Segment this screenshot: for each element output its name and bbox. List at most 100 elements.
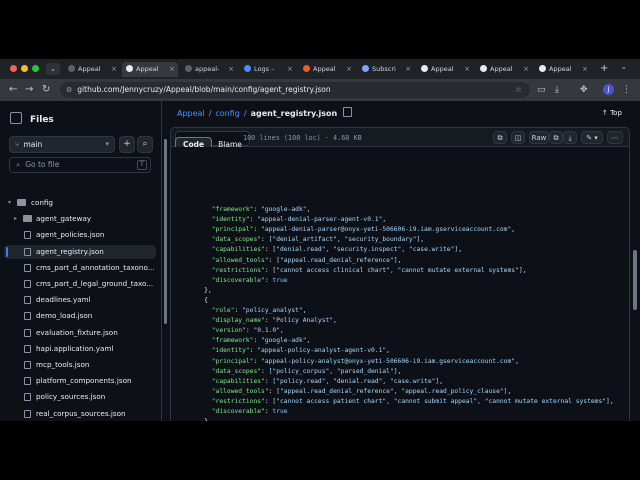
tab-label: Appeal bbox=[78, 65, 101, 73]
collapse-sidebar-icon[interactable] bbox=[10, 112, 22, 124]
file-icon bbox=[24, 344, 31, 353]
download-icon[interactable]: ⤓ bbox=[555, 83, 559, 97]
code-view: "framework": "google-adk", "identity": "… bbox=[170, 147, 630, 421]
file-item[interactable]: agent_registry.json bbox=[4, 244, 156, 259]
code-key: "display_name" bbox=[211, 317, 265, 325]
code-val: "appeal-policy-analyst-agent-v0.1" bbox=[257, 347, 387, 355]
tab-favicon-icon bbox=[244, 65, 251, 72]
code-line: "framework": "google-adk", bbox=[189, 336, 311, 346]
close-tab-icon[interactable]: × bbox=[405, 62, 411, 77]
code-line: "version": "0.1.0", bbox=[189, 326, 284, 336]
browser-tab[interactable]: appeal- × bbox=[181, 62, 237, 77]
file-item[interactable]: real_corpus_sources.json bbox=[4, 407, 156, 421]
file-item[interactable]: evaluation_fixture.json bbox=[4, 326, 156, 340]
close-tab-icon[interactable]: × bbox=[228, 62, 234, 77]
edit-file-button[interactable]: ✎ ▾ bbox=[581, 131, 603, 144]
tree-item-label: cms_part_d_legal_ground_taxo... bbox=[36, 279, 154, 288]
code-val: "appeal-policy-analyst@onyx-yeti-506606-… bbox=[261, 357, 516, 365]
symbols-icon[interactable]: ◫ bbox=[511, 131, 525, 144]
more-options-icon[interactable]: ⋯ bbox=[607, 131, 623, 144]
raw-button[interactable]: Raw bbox=[529, 131, 549, 144]
open-preview-icon[interactable]: ⧉ bbox=[493, 131, 507, 144]
branch-selector[interactable]: ⑂ main ▾ bbox=[9, 136, 115, 153]
close-tab-icon[interactable]: × bbox=[287, 62, 293, 77]
new-tab-button[interactable]: + bbox=[600, 62, 608, 76]
tree-item-label: real_corpus_sources.json bbox=[36, 408, 126, 418]
tab-favicon-icon bbox=[362, 65, 369, 72]
extensions-icon[interactable]: ✥ bbox=[580, 83, 588, 97]
browser-tab[interactable]: Subscri × bbox=[358, 62, 414, 77]
page-scrollbar[interactable] bbox=[633, 250, 637, 310]
code-key: "principal" bbox=[211, 357, 254, 365]
code-end: }, bbox=[204, 286, 212, 294]
tab-label: Appeal bbox=[136, 65, 159, 73]
file-item[interactable]: deadlines.yaml bbox=[4, 293, 156, 307]
reload-icon[interactable]: ↻ bbox=[42, 83, 50, 97]
tree-item-label: demo_load.json bbox=[36, 311, 93, 321]
code-end: , bbox=[609, 397, 614, 405]
close-tab-icon[interactable]: × bbox=[464, 62, 470, 77]
download-raw-icon[interactable]: ⤓ bbox=[563, 131, 577, 144]
close-window-button[interactable] bbox=[10, 65, 17, 72]
code-end: }, bbox=[204, 418, 212, 421]
top-button[interactable]: ↑ Top bbox=[602, 109, 622, 117]
back-icon[interactable]: ← bbox=[9, 83, 17, 97]
chevron-down-icon[interactable]: ▾ bbox=[8, 196, 11, 210]
file-item[interactable]: platform_components.json bbox=[4, 374, 156, 388]
code-pre bbox=[189, 257, 212, 264]
file-item[interactable]: agent_policies.json bbox=[4, 228, 156, 242]
sidebar-scrollbar[interactable] bbox=[164, 139, 167, 324]
copy-path-icon[interactable] bbox=[343, 107, 353, 117]
close-tab-icon[interactable]: × bbox=[169, 62, 175, 77]
minimize-window-button[interactable] bbox=[21, 65, 28, 72]
tab-search-icon[interactable]: ⌄ bbox=[46, 63, 60, 75]
code-line: "allowed_tools": ["appeal.read_denial_re… bbox=[189, 387, 512, 397]
browser-tab[interactable]: Appeal × bbox=[64, 62, 120, 77]
code-line: "role": "policy_analyst", bbox=[189, 306, 307, 316]
code-val: ["policy_corpus", "parsed_denial"] bbox=[268, 367, 398, 375]
code-line: "capabilities": ["policy.read", "denial.… bbox=[189, 377, 443, 387]
address-bar[interactable]: ⚙ github.com/Jennycruzy/Appeal/blob/main/… bbox=[60, 82, 530, 98]
tab-label: Subscri bbox=[372, 65, 396, 73]
file-item[interactable]: mcp_tools.json bbox=[4, 358, 156, 372]
tab-overflow-icon[interactable]: ⌄ bbox=[621, 63, 627, 71]
browser-menu-icon[interactable]: ⋮ bbox=[622, 83, 631, 97]
code-sep: : bbox=[253, 337, 262, 345]
code-key: "allowed_tools" bbox=[211, 256, 269, 264]
browser-tab[interactable]: Logs – × bbox=[240, 62, 296, 77]
folder-item[interactable]: ▸ agent_gateway bbox=[4, 212, 156, 226]
close-tab-icon[interactable]: × bbox=[523, 62, 529, 77]
copy-raw-icon[interactable]: ⧉ bbox=[549, 131, 563, 144]
folder-item[interactable]: ▾ config bbox=[4, 196, 156, 210]
site-info-icon[interactable]: ⚙ bbox=[66, 86, 72, 94]
browser-tab[interactable]: Appeal × bbox=[122, 62, 178, 77]
file-item[interactable]: demo_load.json bbox=[4, 309, 156, 323]
search-code-button[interactable]: ⌕ bbox=[137, 136, 153, 153]
go-to-file-input[interactable]: ⌕ Go to file T bbox=[9, 157, 151, 173]
file-item[interactable]: hapi.application.yaml bbox=[4, 342, 156, 356]
file-item[interactable]: policy_sources.json bbox=[4, 390, 156, 404]
bookmark-star-icon[interactable]: ☆ bbox=[515, 82, 522, 98]
file-item[interactable]: cms_part_d_annotation_taxono... bbox=[4, 261, 156, 275]
tab-label: appeal- bbox=[195, 65, 220, 73]
chevron-right-icon[interactable]: ▸ bbox=[14, 212, 17, 226]
browser-tab[interactable]: Appeal × bbox=[535, 62, 591, 77]
code-key: "principal" bbox=[211, 226, 254, 234]
breadcrumb-folder[interactable]: config bbox=[215, 109, 239, 118]
add-file-button[interactable]: + bbox=[119, 136, 135, 153]
forward-icon[interactable]: → bbox=[25, 83, 33, 97]
profile-avatar[interactable]: J bbox=[603, 84, 614, 95]
close-tab-icon[interactable]: × bbox=[346, 62, 352, 77]
maximize-window-button[interactable] bbox=[32, 65, 39, 72]
close-tab-icon[interactable]: × bbox=[582, 62, 588, 77]
browser-tab[interactable]: Appeal × bbox=[417, 62, 473, 77]
code-end: , bbox=[522, 266, 527, 274]
file-item[interactable]: cms_part_d_legal_ground_taxo... bbox=[4, 277, 156, 291]
code-end: { bbox=[204, 296, 208, 304]
cast-icon[interactable]: ▭ bbox=[537, 83, 546, 97]
browser-tab[interactable]: Appeal × bbox=[476, 62, 532, 77]
breadcrumb-repo[interactable]: Appeal bbox=[177, 109, 205, 118]
close-tab-icon[interactable]: × bbox=[111, 62, 117, 77]
breadcrumb-separator: / bbox=[243, 109, 247, 118]
browser-tab[interactable]: Appeal × bbox=[299, 62, 355, 77]
